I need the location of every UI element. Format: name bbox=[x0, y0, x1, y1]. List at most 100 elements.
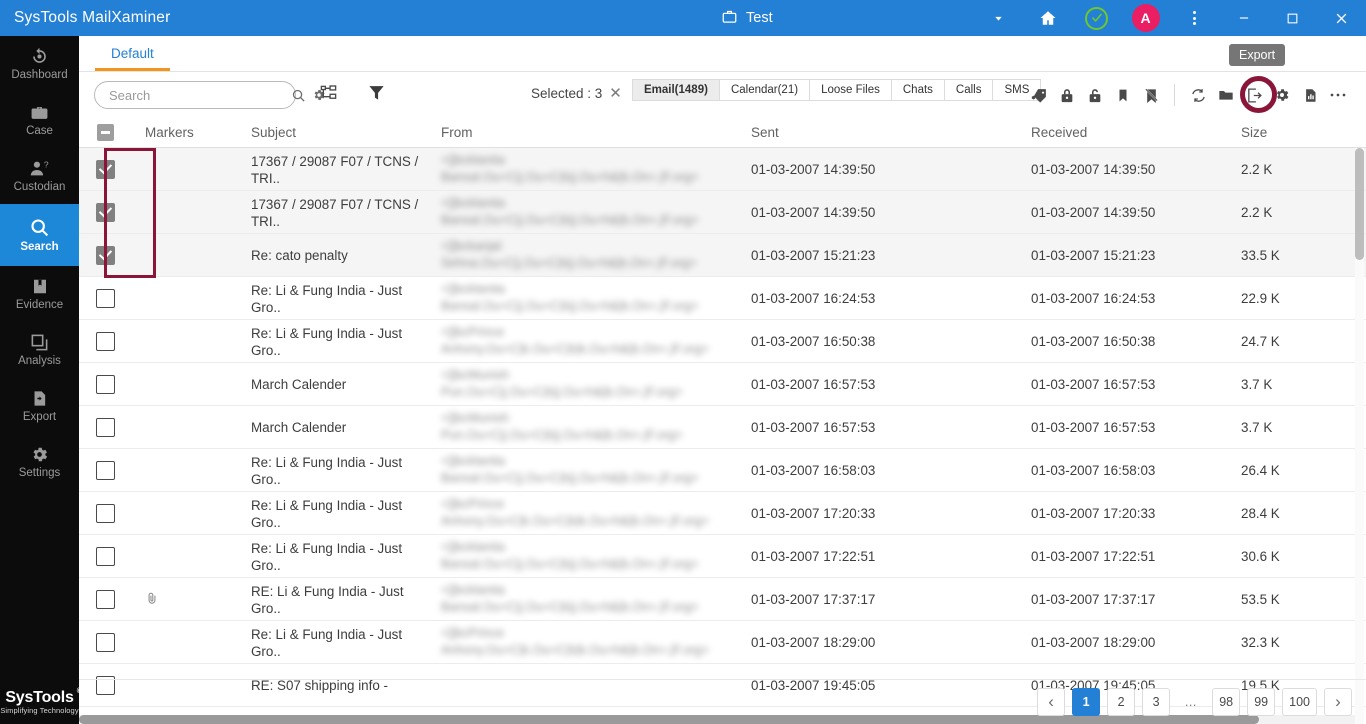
search-box[interactable] bbox=[94, 81, 325, 109]
pagination-page[interactable]: 98 bbox=[1212, 688, 1241, 716]
table-row[interactable]: Re: Li & Fung India - Just Gro.. <|]bckla… bbox=[79, 277, 1366, 320]
column-header-from[interactable]: From bbox=[431, 125, 731, 140]
column-header-sent[interactable]: Sent bbox=[731, 125, 1031, 140]
minimize-icon[interactable] bbox=[1219, 0, 1268, 36]
pagination-page[interactable]: 100 bbox=[1282, 688, 1317, 716]
column-header-subject[interactable]: Subject bbox=[241, 125, 431, 140]
bookmark-icon[interactable] bbox=[1109, 72, 1137, 118]
checkbox-icon[interactable] bbox=[95, 546, 115, 566]
table-row[interactable]: March Calender <|]bcMunish Pun.Ou=C|j.Ou=… bbox=[79, 363, 1366, 406]
table-row[interactable]: 17367 / 29087 F07 / TCNS / TRI.. <|]bckla… bbox=[79, 191, 1366, 234]
checkbox-icon[interactable] bbox=[95, 245, 115, 265]
scroll-thumb[interactable] bbox=[1355, 148, 1364, 260]
gear-icon[interactable] bbox=[1268, 72, 1296, 118]
row-checkbox[interactable] bbox=[79, 589, 131, 609]
table-row[interactable]: March Calender <|]bcMunish Pun.Ou=C|j.Ou=… bbox=[79, 406, 1366, 449]
cell-subject[interactable]: Re: Li & Fung India - Just Gro.. bbox=[241, 453, 431, 488]
tab-loose-files[interactable]: Loose Files bbox=[810, 79, 892, 101]
more-horizontal-icon[interactable] bbox=[1324, 72, 1352, 118]
maximize-icon[interactable] bbox=[1268, 0, 1317, 36]
sidebar-item-custodian[interactable]: ? Custodian bbox=[0, 148, 79, 204]
bookmark-off-icon[interactable] bbox=[1137, 72, 1165, 118]
table-row[interactable]: Re: Li & Fung India - Just Gro.. <|]bcPri… bbox=[79, 320, 1366, 363]
cell-subject[interactable]: Re: Li & Fung India - Just Gro.. bbox=[241, 539, 431, 574]
funnel-filter-icon[interactable] bbox=[367, 83, 386, 102]
sidebar-item-evidence[interactable]: Evidence bbox=[0, 266, 79, 322]
clear-selection-close-icon[interactable]: ✕ bbox=[609, 86, 622, 101]
search-input[interactable] bbox=[109, 87, 285, 103]
row-checkbox[interactable] bbox=[79, 417, 131, 437]
pagination-page[interactable]: 99 bbox=[1247, 688, 1276, 716]
row-checkbox[interactable] bbox=[79, 159, 131, 179]
home-icon[interactable] bbox=[1023, 0, 1072, 36]
checkbox-icon[interactable] bbox=[95, 202, 115, 222]
table-row[interactable]: 17367 / 29087 F07 / TCNS / TRI.. <|]bckla… bbox=[79, 148, 1366, 191]
vertical-scrollbar[interactable] bbox=[1355, 148, 1364, 724]
tab-calendar[interactable]: Calendar(21) bbox=[719, 79, 811, 101]
cell-subject[interactable]: 17367 / 29087 F07 / TCNS / TRI.. bbox=[241, 195, 431, 230]
checkbox-icon[interactable] bbox=[95, 374, 115, 394]
checkbox-icon[interactable] bbox=[95, 632, 115, 652]
row-checkbox[interactable] bbox=[79, 202, 131, 222]
pagination-page[interactable]: 3 bbox=[1142, 688, 1171, 716]
row-checkbox[interactable] bbox=[79, 288, 131, 308]
table-row[interactable]: Re: cato penalty <|]bckanjal Sehna.Ou=C|j… bbox=[79, 234, 1366, 277]
row-checkbox[interactable] bbox=[79, 632, 131, 652]
cell-subject[interactable]: Re: Li & Fung India - Just Gro.. bbox=[241, 496, 431, 531]
row-checkbox[interactable] bbox=[79, 245, 131, 265]
search-icon[interactable] bbox=[291, 88, 306, 103]
cell-subject[interactable]: Re: Li & Fung India - Just Gro.. bbox=[241, 281, 431, 316]
column-header-markers[interactable]: Markers bbox=[131, 125, 241, 140]
table-row[interactable]: Re: Li & Fung India - Just Gro.. <|]bcPri… bbox=[79, 621, 1366, 664]
lock-open-icon[interactable] bbox=[1081, 72, 1109, 118]
row-checkbox[interactable] bbox=[79, 374, 131, 394]
kebab-menu-icon[interactable] bbox=[1170, 0, 1219, 36]
chevron-down-icon[interactable] bbox=[974, 0, 1023, 36]
pagination-prev[interactable]: ‹ bbox=[1037, 688, 1066, 716]
tab-default[interactable]: Default bbox=[95, 46, 170, 71]
sidebar-item-search[interactable]: Search bbox=[0, 204, 79, 266]
sidebar-item-settings[interactable]: Settings bbox=[0, 434, 79, 490]
table-row[interactable]: Re: Li & Fung India - Just Gro.. <|]bcPri… bbox=[79, 492, 1366, 535]
row-checkbox[interactable] bbox=[79, 331, 131, 351]
sidebar-item-analysis[interactable]: Analysis bbox=[0, 322, 79, 378]
cell-subject[interactable]: March Calender bbox=[241, 418, 431, 436]
column-header-size[interactable]: Size bbox=[1241, 125, 1336, 140]
row-checkbox[interactable] bbox=[79, 460, 131, 480]
cell-subject[interactable]: Re: cato penalty bbox=[241, 246, 431, 264]
checkbox-icon[interactable] bbox=[95, 159, 115, 179]
tree-view-icon[interactable] bbox=[319, 84, 338, 103]
export-icon[interactable] bbox=[1240, 72, 1268, 118]
checkbox-icon[interactable] bbox=[95, 503, 115, 523]
checkbox-icon[interactable] bbox=[95, 417, 115, 437]
folder-icon[interactable] bbox=[1212, 72, 1240, 118]
cell-subject[interactable]: Re: Li & Fung India - Just Gro.. bbox=[241, 324, 431, 359]
checkbox-icon[interactable] bbox=[95, 460, 115, 480]
pagination-page[interactable]: 1 bbox=[1072, 688, 1101, 716]
close-icon[interactable] bbox=[1317, 0, 1366, 36]
pagination-page[interactable]: 2 bbox=[1107, 688, 1136, 716]
sidebar-item-dashboard[interactable]: Dashboard bbox=[0, 36, 79, 92]
checkbox-icon[interactable] bbox=[95, 331, 115, 351]
row-checkbox[interactable] bbox=[79, 503, 131, 523]
tab-calls[interactable]: Calls bbox=[944, 79, 994, 101]
checkbox-icon[interactable] bbox=[95, 288, 115, 308]
lock-closed-icon[interactable] bbox=[1053, 72, 1081, 118]
row-checkbox[interactable] bbox=[79, 546, 131, 566]
tab-email[interactable]: Email(1489) bbox=[632, 79, 720, 101]
table-row[interactable]: RE: Li & Fung India - Just Gro.. <|]bckla… bbox=[79, 578, 1366, 621]
table-row[interactable]: Re: Li & Fung India - Just Gro.. <|]bckla… bbox=[79, 449, 1366, 492]
avatar[interactable]: A bbox=[1121, 0, 1170, 36]
cell-subject[interactable]: Re: Li & Fung India - Just Gro.. bbox=[241, 625, 431, 660]
case-selector[interactable]: Test bbox=[722, 0, 773, 36]
sidebar-item-case[interactable]: Case bbox=[0, 92, 79, 148]
report-chart-icon[interactable] bbox=[1296, 72, 1324, 118]
column-header-received[interactable]: Received bbox=[1031, 125, 1241, 140]
pagination-next[interactable]: › bbox=[1324, 688, 1352, 716]
checkbox-icon[interactable] bbox=[95, 589, 115, 609]
tab-chats[interactable]: Chats bbox=[891, 79, 945, 101]
tag-add-icon[interactable] bbox=[1025, 72, 1053, 118]
cell-subject[interactable]: RE: Li & Fung India - Just Gro.. bbox=[241, 582, 431, 617]
sidebar-item-export[interactable]: Export bbox=[0, 378, 79, 434]
refresh-icon[interactable] bbox=[1184, 72, 1212, 118]
